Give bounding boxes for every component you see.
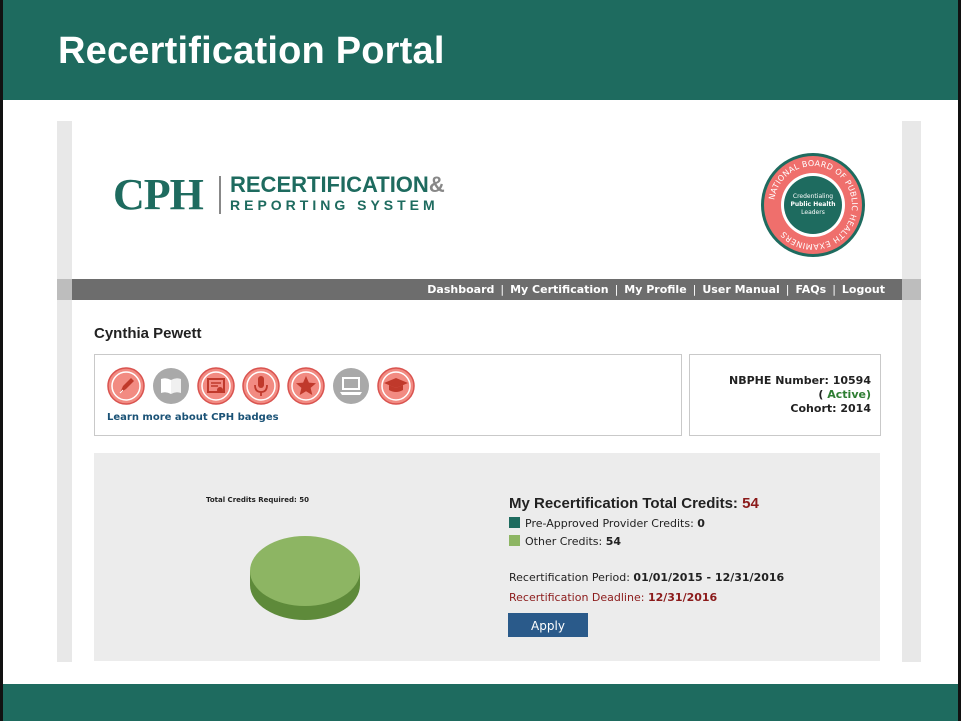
pie-slice-other-credits [250,536,360,606]
nav-separator: | [500,283,505,296]
status-open-paren: ( [818,388,824,401]
user-name: Cynthia Pewett [94,325,202,342]
total-credits-heading: My Recertification Total Credits: 54 [509,495,759,512]
certification-info-panel: NBPHE Number: 10594 ( Active) Cohort: 20… [689,354,881,436]
nav-separator: | [614,283,619,296]
slide-title: Recertification Portal [58,30,445,72]
nbphe-number-label: NBPHE Number: [729,374,829,387]
legend-label: Other Credits: [525,535,603,548]
legend-swatch-pre-approved [509,517,520,528]
microphone-icon[interactable] [242,367,280,405]
apply-button[interactable]: Apply [508,613,588,637]
nav-my-certification[interactable]: My Certification [510,283,608,296]
pen-icon[interactable] [107,367,145,405]
logo-line1: RECERTIFICATION& [230,172,445,198]
seal-inner-line1: Credentialing [793,193,833,200]
status-value: Active [827,388,866,401]
nbphe-seal-icon: NATIONAL BOARD OF PUBLIC HEALTH EXAMINER… [761,153,865,257]
legend-value: 54 [605,535,622,548]
seal-inner-line2: Public Health [790,201,835,208]
nav-logout[interactable]: Logout [842,283,885,296]
status-close-paren: ) [865,388,871,401]
logo-line2: REPORTING SYSTEM [230,197,439,213]
nav-links: Dashboard | My Certification | My Profile | Us… [427,279,885,300]
legend-label: Pre-Approved Provider Credits: [525,517,694,530]
page-gutter-left [57,121,72,662]
recertification-period: Recertification Period: 01/01/2015 - 12/… [509,571,784,584]
logo-line1-text: RECERTIFICATION [230,172,429,197]
nav-separator: | [832,283,836,296]
slide-title-bar: Recertification Portal [3,0,958,100]
nav-gutter-right [902,279,921,300]
credits-panel: Total Credits Required: 50 My Recertific… [94,453,880,661]
top-nav: Dashboard | My Certification | My Profile | Us… [57,279,921,300]
nav-faqs[interactable]: FAQs [796,283,827,296]
certification-status: ( Active) [818,388,871,401]
cph-badges-link[interactable]: Learn more about CPH badges [107,412,279,423]
credits-pie-chart [250,536,360,620]
cohort-line: Cohort: 2014 [790,402,871,415]
recertification-deadline: Recertification Deadline: 12/31/2016 [509,591,717,604]
certificate-icon[interactable] [197,367,235,405]
graduation-cap-icon[interactable] [377,367,415,405]
legend-value: 0 [697,517,705,530]
seal-inner-line3: Leaders [801,209,825,216]
nav-separator: | [692,283,697,296]
legend-pre-approved: Pre-Approved Provider Credits: 0 [509,517,705,530]
cohort-value: 2014 [840,402,871,415]
nav-gutter-left [57,279,72,300]
slide: Recertification Portal CPH RECERTIFICATI… [0,0,961,721]
star-icon[interactable] [287,367,325,405]
deadline-label: Recertification Deadline: [509,591,645,604]
book-icon[interactable] [152,367,190,405]
laptop-icon[interactable] [332,367,370,405]
nav-separator: | [785,283,790,296]
total-credits-value: 54 [742,495,759,512]
deadline-value: 12/31/2016 [647,591,718,604]
nav-dashboard[interactable]: Dashboard [427,283,494,296]
legend-swatch-other [509,535,520,546]
period-label: Recertification Period: [509,571,630,584]
legend-other: Other Credits: 54 [509,535,621,548]
slide-footer-bar [3,684,958,721]
nav-user-manual[interactable]: User Manual [702,283,779,296]
logo-divider [219,176,221,214]
logo-mark: CPH [113,170,204,219]
pie-chart-title: Total Credits Required: 50 [206,496,309,504]
logo-ampersand: & [428,172,445,197]
badges-panel: Learn more about CPH badges [94,354,682,436]
nbphe-number-value: 10594 [832,374,871,387]
period-value: 01/01/2015 - 12/31/2016 [633,571,785,584]
page-gutter-right [902,121,921,662]
nav-my-profile[interactable]: My Profile [624,283,686,296]
nbphe-number-line: NBPHE Number: 10594 [729,374,871,387]
slide-border-left [0,0,3,721]
total-credits-label: My Recertification Total Credits: [509,495,738,512]
cohort-label: Cohort: [790,402,837,415]
